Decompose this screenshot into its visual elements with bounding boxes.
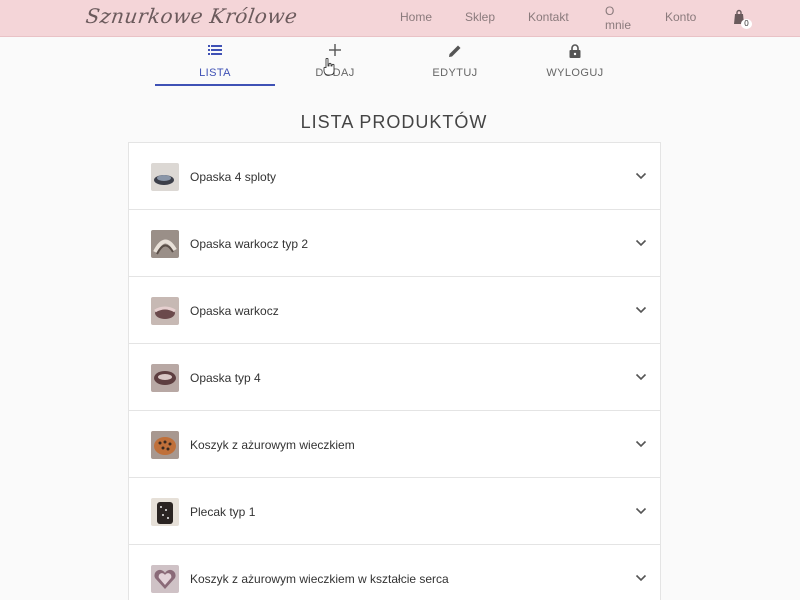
chevron-down-icon[interactable] bbox=[635, 507, 647, 515]
list-item[interactable]: Koszyk z ażurowym wieczkiem bbox=[129, 411, 660, 478]
chevron-down-icon[interactable] bbox=[635, 440, 647, 448]
product-thumbnail bbox=[151, 498, 179, 526]
list-item[interactable]: Plecak typ 1 bbox=[129, 478, 660, 545]
product-name: Koszyk z ażurowym wieczkiem bbox=[190, 438, 355, 452]
list-item[interactable]: Opaska 4 sploty bbox=[129, 143, 660, 210]
hand-cursor-icon bbox=[323, 58, 335, 76]
list-item[interactable]: Opaska warkocz bbox=[129, 277, 660, 344]
chevron-down-icon[interactable] bbox=[635, 373, 647, 381]
list-item[interactable]: Opaska typ 4 bbox=[129, 344, 660, 411]
list-icon bbox=[155, 44, 275, 58]
site-logo[interactable]: Sznurkowe Królowe bbox=[84, 4, 299, 28]
product-name: Koszyk z ażurowym wieczkiem w kształcie … bbox=[190, 572, 449, 586]
product-name: Opaska warkocz typ 2 bbox=[190, 237, 309, 251]
nav-shop[interactable]: Sklep bbox=[465, 10, 495, 24]
tab-label: LISTA bbox=[199, 67, 231, 79]
tab-wyloguj[interactable]: WYLOGUJ bbox=[515, 38, 635, 86]
top-header: Sznurkowe Królowe Home Sklep Kontakt O m… bbox=[0, 0, 800, 37]
nav-account[interactable]: Konto bbox=[665, 10, 696, 24]
list-item[interactable]: Opaska warkocz typ 2 bbox=[129, 210, 660, 277]
product-thumbnail bbox=[151, 364, 179, 392]
product-thumbnail bbox=[151, 565, 179, 593]
plus-icon bbox=[275, 44, 395, 58]
page-title: LISTA PRODUKTÓW bbox=[300, 112, 488, 132]
product-name: Plecak typ 1 bbox=[190, 505, 256, 519]
tab-label: WYLOGUJ bbox=[546, 67, 604, 79]
nav-home[interactable]: Home bbox=[400, 10, 432, 24]
product-thumbnail bbox=[151, 230, 179, 258]
product-thumbnail bbox=[151, 163, 179, 191]
product-list: Opaska 4 sploty Opaska warkocz typ 2 Opa… bbox=[128, 142, 661, 600]
admin-tabs: LISTA DODAJ EDYTUJ WYLOGUJ bbox=[155, 38, 635, 86]
lock-icon bbox=[515, 44, 635, 58]
tab-edytuj[interactable]: EDYTUJ bbox=[395, 38, 515, 86]
chevron-down-icon[interactable] bbox=[635, 306, 647, 314]
chevron-down-icon[interactable] bbox=[635, 239, 647, 247]
pencil-icon bbox=[395, 44, 515, 58]
tab-label: EDYTUJ bbox=[432, 67, 478, 79]
nav-contact[interactable]: Kontakt bbox=[528, 10, 569, 24]
chevron-down-icon[interactable] bbox=[635, 172, 647, 180]
tab-dodaj[interactable]: DODAJ bbox=[275, 38, 395, 86]
product-name: Opaska 4 sploty bbox=[190, 170, 277, 184]
nav-about[interactable]: O mnie bbox=[605, 4, 635, 32]
chevron-down-icon[interactable] bbox=[635, 574, 647, 582]
tab-lista[interactable]: LISTA bbox=[155, 38, 275, 86]
product-name: Opaska warkocz bbox=[190, 304, 279, 318]
product-thumbnail bbox=[151, 297, 179, 325]
list-item[interactable]: Koszyk z ażurowym wieczkiem w kształcie … bbox=[129, 545, 660, 600]
active-tab-indicator bbox=[155, 84, 275, 86]
cart-count-badge: 0 bbox=[741, 19, 752, 29]
product-thumbnail bbox=[151, 431, 179, 459]
tab-label: DODAJ bbox=[315, 67, 355, 79]
product-name: Opaska typ 4 bbox=[190, 371, 261, 385]
